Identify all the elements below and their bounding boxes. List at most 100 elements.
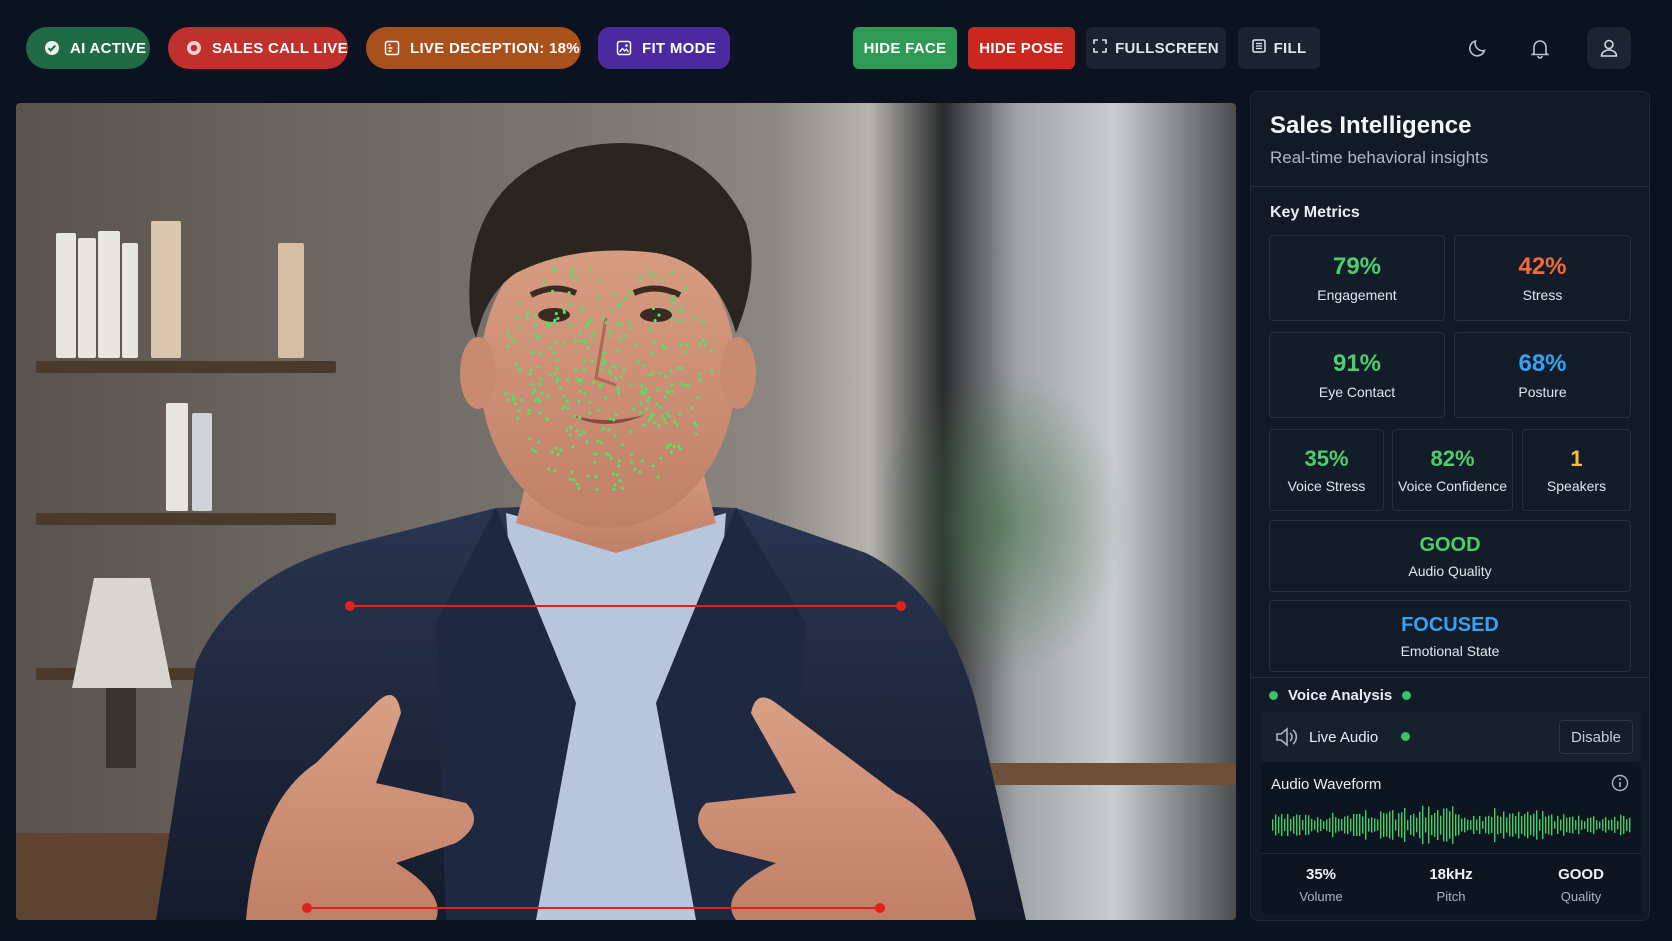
- waveform-bar: [1623, 815, 1625, 834]
- face-landmark: [598, 279, 602, 283]
- waveform-bar: [1467, 819, 1469, 831]
- emotional-state-card: FOCUSED Emotional State: [1269, 600, 1631, 672]
- waveform-bar: [1317, 817, 1319, 833]
- fit-mode-button[interactable]: FIT MODE: [598, 27, 730, 69]
- face-landmark: [527, 372, 532, 376]
- face-landmark: [511, 395, 515, 399]
- face-landmark: [578, 416, 582, 420]
- face-landmark: [602, 351, 607, 356]
- waveform-bar: [1518, 811, 1520, 839]
- hide-face-button[interactable]: HIDE FACE: [853, 27, 957, 69]
- waveform-bar: [1587, 818, 1589, 832]
- waveform-bar: [1491, 817, 1493, 833]
- face-landmark: [580, 306, 584, 310]
- waveform-bar: [1293, 816, 1295, 834]
- waveform-bar: [1581, 820, 1583, 830]
- face-landmark: [582, 367, 586, 371]
- waveform-bar: [1626, 819, 1628, 831]
- volume-value: 35%: [1305, 866, 1337, 883]
- sales-call-live-badge[interactable]: SALES CALL LIVE: [168, 27, 348, 69]
- face-landmark: [613, 483, 617, 487]
- disable-audio-button[interactable]: Disable: [1559, 720, 1633, 754]
- deception-label: LIVE DECEPTION: 18%: [410, 39, 580, 57]
- face-landmark: [609, 309, 613, 313]
- face-landmark: [579, 331, 583, 335]
- quality-stat: GOOD Quality: [1531, 866, 1631, 904]
- face-landmark: [591, 359, 595, 364]
- waveform-bar: [1551, 814, 1553, 836]
- face-landmark: [545, 416, 549, 420]
- face-landmark: [617, 459, 622, 463]
- face-landmark: [650, 351, 654, 355]
- user-icon[interactable]: [1587, 27, 1631, 69]
- pitch-stat: 18kHz Pitch: [1401, 866, 1501, 904]
- waveform-bar: [1440, 815, 1442, 835]
- face-landmark: [538, 399, 542, 403]
- voice-stress-value: 35%: [1304, 446, 1349, 471]
- face-landmark: [657, 423, 661, 427]
- face-landmark: [586, 345, 590, 349]
- face-landmark: [701, 337, 705, 342]
- face-landmark: [607, 428, 611, 432]
- face-landmark: [546, 394, 550, 399]
- face-landmark: [636, 360, 640, 364]
- bell-icon[interactable]: [1520, 28, 1560, 68]
- face-landmark: [553, 340, 557, 344]
- face-landmark: [649, 414, 653, 418]
- face-landmark: [577, 389, 582, 394]
- face-landmark: [618, 479, 622, 483]
- fill-icon: [1251, 39, 1266, 57]
- face-landmark: [609, 456, 614, 460]
- face-landmark: [661, 344, 665, 348]
- face-landmark: [620, 486, 625, 490]
- quality-value: GOOD: [1558, 866, 1604, 883]
- waveform-bar: [1389, 811, 1391, 839]
- face-landmark: [531, 391, 535, 395]
- face-landmark: [646, 399, 650, 403]
- face-landmark: [698, 342, 702, 346]
- waveform-bar: [1404, 807, 1406, 842]
- face-landmark: [696, 396, 700, 400]
- posture-card: 68% Posture: [1454, 332, 1631, 418]
- waveform-bar: [1539, 819, 1541, 831]
- hide-pose-button[interactable]: HIDE POSE: [968, 27, 1075, 69]
- fill-button[interactable]: FILL: [1238, 27, 1320, 69]
- waveform-bar: [1371, 817, 1373, 833]
- info-icon[interactable]: [1611, 774, 1629, 797]
- status-dot: [1269, 691, 1278, 700]
- waveform-title: Audio Waveform: [1271, 776, 1382, 793]
- fit-mode-label: FIT MODE: [642, 39, 717, 57]
- face-landmark: [658, 371, 662, 375]
- moon-icon[interactable]: [1458, 28, 1498, 68]
- face-landmark: [623, 334, 628, 338]
- face-landmark: [683, 383, 688, 387]
- face-landmark: [575, 277, 579, 281]
- ai-active-badge[interactable]: AI ACTIVE: [26, 27, 150, 69]
- face-landmark: [568, 433, 572, 437]
- waveform-bar: [1320, 819, 1322, 831]
- face-landmark: [533, 388, 537, 392]
- live-deception-badge[interactable]: LIVE DECEPTION: 18%: [366, 27, 581, 69]
- face-landmark: [568, 323, 573, 327]
- waveform-bar: [1287, 814, 1289, 836]
- face-landmark: [504, 392, 508, 396]
- quality-label: Quality: [1560, 889, 1602, 904]
- video-feed[interactable]: [16, 103, 1236, 920]
- face-landmark: [584, 325, 588, 329]
- waveform-bar: [1509, 813, 1511, 837]
- face-landmark: [552, 351, 556, 355]
- face-landmark: [642, 423, 646, 427]
- waveform-bar: [1533, 813, 1535, 837]
- face-landmark: [665, 411, 669, 416]
- waveform-bar: [1359, 813, 1361, 836]
- speakers-value: 1: [1570, 446, 1583, 471]
- face-landmark: [709, 348, 713, 352]
- waveform-bar: [1398, 813, 1400, 837]
- face-landmark: [562, 341, 566, 346]
- fullscreen-button[interactable]: FULLSCREEN: [1086, 27, 1226, 69]
- voice-confidence-label: Voice Confidence: [1398, 478, 1507, 494]
- face-landmark: [695, 424, 699, 428]
- posture-label: Posture: [1518, 384, 1567, 400]
- waveform-bar: [1608, 820, 1610, 830]
- live-audio-status-dot: [1401, 732, 1410, 741]
